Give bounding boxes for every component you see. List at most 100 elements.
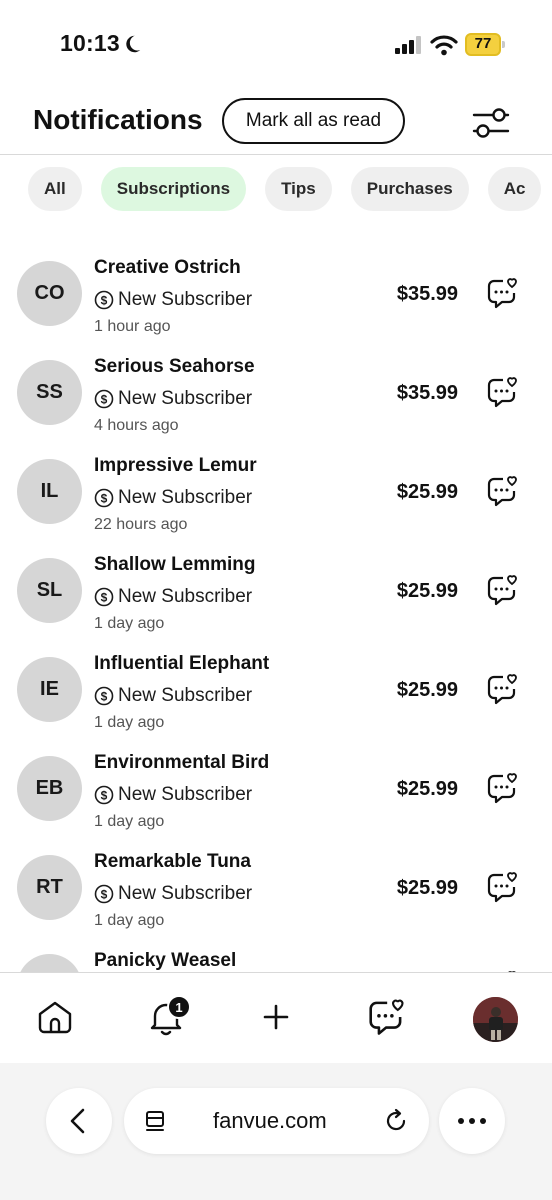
notification-type: $ New Subscriber bbox=[94, 684, 252, 708]
notification-row-partial[interactable]: Panicky Weasel bbox=[0, 938, 552, 972]
notification-type-label: New Subscriber bbox=[118, 685, 253, 706]
subscriber-name: Impressive Lemur bbox=[94, 455, 257, 476]
notification-type-label: New Subscriber bbox=[118, 784, 253, 805]
notification-type-label: New Subscriber bbox=[118, 586, 253, 607]
notification-row[interactable]: SL Shallow Lemming $ New Subscriber 1 da… bbox=[0, 542, 552, 641]
time-ago: 1 day ago bbox=[94, 912, 165, 929]
header: Notifications Mark all as read bbox=[0, 95, 552, 155]
notification-row[interactable]: IL Impressive Lemur $ New Subscriber 22 … bbox=[0, 443, 552, 542]
message-button[interactable] bbox=[485, 672, 519, 706]
message-button[interactable] bbox=[485, 771, 519, 805]
messages-icon bbox=[369, 999, 404, 1035]
reader-icon[interactable] bbox=[144, 1109, 168, 1133]
subscriber-name: Shallow Lemming bbox=[94, 554, 256, 575]
subscriber-name: Environmental Bird bbox=[94, 752, 270, 773]
wifi-icon bbox=[430, 35, 458, 56]
signal-icon bbox=[395, 36, 421, 54]
moon-icon bbox=[126, 35, 141, 53]
notification-badge: 1 bbox=[167, 995, 191, 1019]
message-heart-icon bbox=[487, 377, 517, 408]
message-button[interactable] bbox=[485, 474, 519, 508]
subscriber-name: Serious Seahorse bbox=[94, 356, 255, 377]
status-bar: 10:13 77 bbox=[0, 0, 552, 90]
browser-more-button[interactable] bbox=[439, 1088, 505, 1154]
time-ago: 1 day ago bbox=[94, 615, 165, 632]
subscriber-name: Remarkable Tuna bbox=[94, 851, 251, 872]
browser-toolbar: fanvue.com bbox=[0, 1063, 552, 1200]
svg-text:$: $ bbox=[101, 789, 108, 803]
message-button[interactable] bbox=[485, 573, 519, 607]
avatar: IL bbox=[17, 459, 82, 524]
filter-settings-button[interactable] bbox=[470, 103, 512, 143]
dollar-circle-icon: $ bbox=[94, 488, 114, 508]
message-heart-icon bbox=[487, 773, 517, 804]
avatar bbox=[17, 954, 82, 972]
message-heart-icon bbox=[487, 476, 517, 507]
header-divider bbox=[0, 154, 552, 155]
amount: $35.99 bbox=[396, 283, 458, 305]
plus-icon bbox=[263, 1004, 289, 1030]
profile-avatar[interactable] bbox=[473, 997, 518, 1042]
message-button[interactable] bbox=[485, 375, 519, 409]
battery-level: 77 bbox=[474, 35, 492, 52]
notification-type-label: New Subscriber bbox=[118, 883, 253, 904]
notification-row[interactable]: CO Creative Ostrich $ New Subscriber 1 h… bbox=[0, 245, 552, 344]
notification-row[interactable]: RT Remarkable Tuna $ New Subscriber 1 da… bbox=[0, 839, 552, 938]
svg-text:$: $ bbox=[101, 393, 108, 407]
filter-chips: All Subscriptions Tips Purchases Ac bbox=[28, 167, 552, 213]
notification-row[interactable]: EB Environmental Bird $ New Subscriber 1… bbox=[0, 740, 552, 839]
amount: $25.99 bbox=[396, 679, 458, 701]
avatar: CO bbox=[17, 261, 82, 326]
status-time: 10:13 bbox=[60, 30, 120, 56]
amount: $25.99 bbox=[396, 877, 458, 899]
nav-home-button[interactable] bbox=[35, 997, 75, 1037]
amount: $25.99 bbox=[396, 481, 458, 503]
notification-row[interactable]: IE Influential Elephant $ New Subscriber… bbox=[0, 641, 552, 740]
amount: $25.99 bbox=[396, 778, 458, 800]
amount: $35.99 bbox=[396, 382, 458, 404]
dollar-circle-icon: $ bbox=[94, 884, 114, 904]
chip-all[interactable]: All bbox=[28, 167, 82, 211]
reload-icon[interactable] bbox=[383, 1108, 409, 1134]
chip-tips[interactable]: Tips bbox=[265, 167, 332, 211]
time-ago: 1 day ago bbox=[94, 813, 165, 830]
avatar: IE bbox=[17, 657, 82, 722]
browser-back-button[interactable] bbox=[46, 1088, 112, 1154]
avatar: SS bbox=[17, 360, 82, 425]
more-icon bbox=[458, 1118, 486, 1124]
url-text: fanvue.com bbox=[213, 1108, 327, 1133]
nav-create-button[interactable] bbox=[256, 997, 296, 1037]
message-button[interactable] bbox=[485, 870, 519, 904]
message-heart-icon bbox=[487, 872, 517, 903]
back-chevron-icon bbox=[70, 1108, 85, 1134]
notification-type: $ New Subscriber bbox=[94, 486, 252, 510]
subscriber-name: Creative Ostrich bbox=[94, 257, 241, 278]
notification-row[interactable]: SS Serious Seahorse $ New Subscriber 4 h… bbox=[0, 344, 552, 443]
dollar-circle-icon: $ bbox=[94, 290, 114, 310]
message-heart-icon bbox=[487, 278, 517, 309]
subscriber-name: Influential Elephant bbox=[94, 653, 270, 674]
sliders-icon bbox=[472, 108, 510, 138]
chip-subscriptions[interactable]: Subscriptions bbox=[100, 167, 247, 211]
mark-all-read-button[interactable]: Mark all as read bbox=[222, 98, 405, 144]
address-bar[interactable]: fanvue.com bbox=[124, 1088, 429, 1154]
svg-text:$: $ bbox=[101, 888, 108, 902]
battery-icon: 77 bbox=[465, 33, 505, 56]
chip-ac-partial[interactable]: Ac bbox=[487, 167, 542, 211]
message-heart-icon bbox=[487, 674, 517, 705]
notification-type: $ New Subscriber bbox=[94, 783, 252, 807]
dollar-circle-icon: $ bbox=[94, 686, 114, 706]
nav-messages-button[interactable] bbox=[366, 997, 406, 1037]
amount: $25.99 bbox=[396, 580, 458, 602]
message-button[interactable] bbox=[485, 276, 519, 310]
notification-type-label: New Subscriber bbox=[118, 487, 253, 508]
notification-type-label: New Subscriber bbox=[118, 289, 253, 310]
notification-type: $ New Subscriber bbox=[94, 882, 252, 906]
avatar: SL bbox=[17, 558, 82, 623]
notification-type-label: New Subscriber bbox=[118, 388, 253, 409]
dollar-circle-icon: $ bbox=[94, 785, 114, 805]
chip-purchases[interactable]: Purchases bbox=[350, 167, 469, 211]
home-icon bbox=[38, 1001, 72, 1034]
time-ago: 4 hours ago bbox=[94, 417, 179, 434]
svg-text:$: $ bbox=[101, 492, 108, 506]
